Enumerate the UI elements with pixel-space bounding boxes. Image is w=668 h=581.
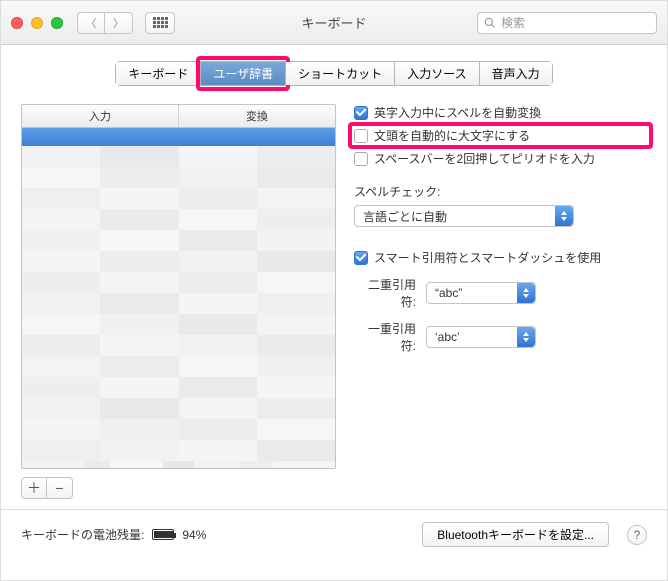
battery-percentage: 94% xyxy=(182,528,206,542)
battery-label: キーボードの電池残量: xyxy=(21,526,144,543)
stepper-arrows-icon xyxy=(517,283,535,303)
grid-icon xyxy=(153,17,168,28)
search-placeholder: 検索 xyxy=(501,14,525,31)
double-quotes-select[interactable]: “abc” xyxy=(426,282,536,304)
back-button[interactable]: 〈 xyxy=(77,12,105,34)
footer: キーボードの電池残量: 94% Bluetoothキーボードを設定... ? xyxy=(1,509,667,559)
column-header-replace[interactable]: 変換 xyxy=(179,105,335,127)
help-button[interactable]: ? xyxy=(627,525,647,545)
window-title: キーボード xyxy=(301,13,366,32)
checkbox-spellcheck-english[interactable]: 英字入力中にスペルを自動変換 xyxy=(354,104,647,121)
forward-button[interactable]: 〉 xyxy=(105,12,133,34)
tab-bar: キーボード ユーザ辞書 ショートカット 入力ソース 音声入力 xyxy=(1,61,667,86)
search-input[interactable]: 検索 xyxy=(477,12,657,34)
window-controls xyxy=(11,17,63,29)
tab-input-sources[interactable]: 入力ソース xyxy=(395,62,479,85)
user-dictionary-table[interactable]: 入力 変換 xyxy=(21,104,336,469)
blurred-content xyxy=(22,146,335,468)
tab-keyboard[interactable]: キーボード xyxy=(116,62,201,85)
table-row[interactable] xyxy=(22,128,335,146)
minimize-icon[interactable] xyxy=(31,17,43,29)
checkbox-icon xyxy=(354,251,368,265)
single-quotes-label: 一重引用符: xyxy=(354,320,416,354)
battery-icon xyxy=(152,529,174,540)
nav-buttons: 〈 〉 xyxy=(77,12,133,34)
single-quotes-select[interactable]: ‘abc’ xyxy=(426,326,536,348)
checkbox-icon xyxy=(354,129,368,143)
add-button[interactable]: ＋ xyxy=(21,477,47,499)
tab-user-dictionary[interactable]: ユーザ辞書 xyxy=(201,62,286,85)
tab-dictation[interactable]: 音声入力 xyxy=(480,62,552,85)
double-quotes-label: 二重引用符: xyxy=(354,276,416,310)
column-header-input[interactable]: 入力 xyxy=(22,105,179,127)
checkbox-smart-quotes[interactable]: スマート引用符とスマートダッシュを使用 xyxy=(354,249,647,266)
checkbox-auto-capitalize[interactable]: 文頭を自動的に大文字にする xyxy=(354,127,647,144)
close-icon[interactable] xyxy=(11,17,23,29)
checkbox-double-space-period[interactable]: スペースバーを2回押してピリオドを入力 xyxy=(354,150,647,167)
show-all-button[interactable] xyxy=(145,12,175,34)
checkbox-icon xyxy=(354,106,368,120)
stepper-arrows-icon xyxy=(555,206,573,226)
stepper-arrows-icon xyxy=(517,327,535,347)
search-icon xyxy=(484,17,496,29)
bluetooth-setup-button[interactable]: Bluetoothキーボードを設定... xyxy=(422,522,609,547)
titlebar: 〈 〉 キーボード 検索 xyxy=(1,1,667,45)
tab-shortcuts[interactable]: ショートカット xyxy=(286,62,395,85)
table-body[interactable] xyxy=(22,128,335,468)
remove-button[interactable]: − xyxy=(47,477,73,499)
spellcheck-label: スペルチェック: xyxy=(354,183,647,200)
spellcheck-select[interactable]: 言語ごとに自動 xyxy=(354,205,574,227)
checkbox-icon xyxy=(354,152,368,166)
zoom-icon[interactable] xyxy=(51,17,63,29)
